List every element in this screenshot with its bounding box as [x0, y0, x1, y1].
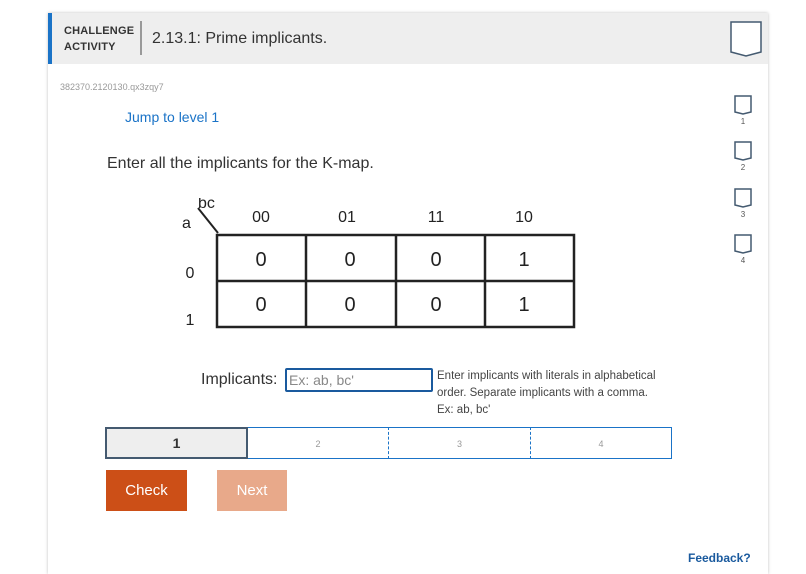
progress-label: 3	[740, 210, 746, 219]
kmap-row-header: 1	[186, 312, 195, 329]
kmap-col-header: 00	[252, 209, 270, 226]
activity-title: 2.13.1: Prime implicants.	[152, 30, 328, 47]
feedback-link[interactable]: Feedback?	[688, 551, 751, 565]
progress-level-icon	[734, 188, 752, 208]
kmap-cell: 0	[255, 294, 266, 316]
help-line: Enter implicants with literals in alphab…	[437, 370, 656, 382]
level-2-tab[interactable]: 2	[248, 427, 389, 459]
progress-level-icon	[734, 141, 752, 161]
progress-label: 1	[740, 117, 746, 126]
question-prompt: Enter all the implicants for the K-map.	[107, 155, 374, 172]
kmap-cell: 0	[344, 294, 355, 316]
kmap-cell: 0	[344, 249, 355, 271]
progress-item-2: 2	[733, 141, 753, 172]
bookmark-icon[interactable]	[730, 21, 762, 57]
kmap-cell: 1	[518, 249, 529, 271]
implicants-help: Enter implicants with literals in alphab…	[437, 368, 677, 419]
challenge-label-line1: CHALLENGE	[64, 25, 135, 37]
kmap-cell: 0	[430, 294, 441, 316]
kmap-col-header: 10	[515, 209, 533, 226]
progress-item-3: 3	[733, 188, 753, 219]
kmap-cell: 1	[518, 294, 529, 316]
kmap-corner-rows-label: a	[182, 215, 191, 232]
level-selector: 1 2 3 4	[105, 427, 672, 459]
kmap-col-header: 01	[338, 209, 356, 226]
progress-level-icon	[734, 234, 752, 254]
progress-item-4: 4	[733, 234, 753, 265]
kmap-col-header: 11	[428, 209, 445, 226]
implicants-label: Implicants:	[201, 371, 278, 388]
kmap-cell: 0	[255, 249, 266, 271]
level-1-tab[interactable]: 1	[105, 427, 248, 459]
activity-code: 382370.2120130.qx3zqy7	[60, 82, 164, 92]
kmap-corner-cols-label: bc	[198, 198, 215, 212]
challenge-activity-label: CHALLENGE ACTIVITY	[64, 23, 134, 55]
help-line: Ex: ab, bc'	[437, 404, 491, 416]
level-4-tab[interactable]: 4	[531, 427, 672, 459]
progress-level-icon	[734, 95, 752, 115]
help-line: order. Separate implicants with a comma.	[437, 387, 648, 399]
next-button[interactable]: Next	[217, 470, 287, 511]
progress-item-1: 1	[733, 95, 753, 126]
level-3-tab[interactable]: 3	[389, 427, 531, 459]
kmap-cell: 0	[430, 249, 441, 271]
jump-to-level-link[interactable]: Jump to level 1	[125, 109, 219, 125]
progress-label: 4	[740, 256, 746, 265]
implicants-input[interactable]	[285, 368, 433, 392]
karnaugh-map: bc a 00 01 11 10 0 1 0 0 0 1 0 0 0 1	[182, 198, 576, 329]
header-divider	[140, 21, 142, 55]
check-button[interactable]: Check	[106, 470, 187, 511]
challenge-label-line2: ACTIVITY	[64, 41, 116, 53]
kmap-row-header: 0	[186, 265, 195, 282]
progress-label: 2	[740, 163, 746, 172]
activity-header: CHALLENGE ACTIVITY 2.13.1: Prime implica…	[48, 13, 768, 64]
activity-card: CHALLENGE ACTIVITY 2.13.1: Prime implica…	[48, 13, 768, 574]
